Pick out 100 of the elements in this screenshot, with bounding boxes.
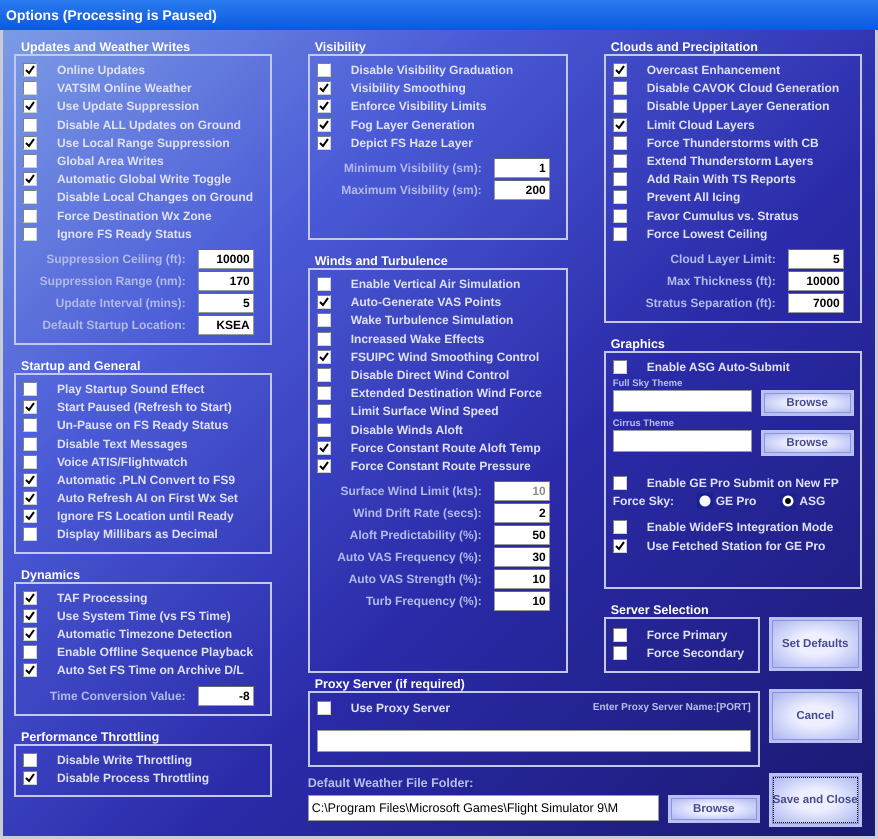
checkbox[interactable]: [23, 770, 37, 785]
checkbox-label[interactable]: Depict FS Haze Layer: [350, 136, 473, 150]
checkbox[interactable]: [23, 418, 37, 432]
checkbox-label[interactable]: Favor Cumulus vs. Stratus: [646, 208, 799, 223]
number-field[interactable]: 50: [494, 525, 550, 546]
checkbox-label[interactable]: Extend Thunderstorm Layers: [646, 154, 814, 168]
radio-button[interactable]: [696, 493, 713, 510]
checkbox[interactable]: [316, 332, 331, 346]
checkbox-label[interactable]: Enable Offline Sequence Playback: [57, 645, 254, 660]
checkbox[interactable]: [612, 208, 627, 223]
checkbox-label[interactable]: Display Millibars as Decimal: [57, 527, 218, 542]
checkbox-label[interactable]: Fog Layer Generation: [350, 118, 475, 132]
checkbox-label[interactable]: Disable Text Messages: [57, 436, 188, 451]
checkbox-label[interactable]: Increased Wake Effects: [350, 332, 484, 346]
checkbox[interactable]: [23, 663, 37, 678]
checkbox[interactable]: [23, 590, 37, 605]
number-field[interactable]: 10: [494, 591, 550, 612]
checkbox-label[interactable]: Un-Pause on FS Ready Status: [57, 418, 228, 432]
checkbox-label[interactable]: Force Primary: [646, 628, 728, 642]
checkbox[interactable]: [23, 627, 37, 642]
checkbox-label[interactable]: Enforce Visibility Limits: [350, 99, 487, 114]
number-field[interactable]: 10000: [198, 248, 254, 269]
checkbox[interactable]: [23, 472, 37, 487]
checkbox-label[interactable]: Enable ASG Auto-Submit: [646, 360, 790, 374]
checkbox-label[interactable]: Use Proxy Server: [350, 700, 450, 715]
checkbox[interactable]: [23, 81, 37, 96]
checkbox-label[interactable]: Disable Visibility Graduation: [350, 63, 514, 78]
number-field[interactable]: 30: [494, 547, 550, 568]
checkbox[interactable]: [23, 645, 37, 660]
checkbox[interactable]: [23, 172, 37, 186]
checkbox-label[interactable]: Auto Set FS Time on Archive D/L: [57, 663, 244, 678]
checkbox[interactable]: [23, 226, 37, 241]
checkbox[interactable]: [23, 509, 37, 524]
checkbox-label[interactable]: Automatic Timezone Detection: [57, 627, 232, 642]
checkbox[interactable]: [23, 382, 37, 396]
checkbox-label[interactable]: Force Constant Route Aloft Temp: [350, 440, 541, 455]
checkbox[interactable]: [316, 136, 331, 150]
checkbox[interactable]: [316, 440, 331, 455]
checkbox[interactable]: [612, 520, 627, 534]
checkbox-label[interactable]: Disable Winds Aloft: [350, 422, 463, 437]
number-field[interactable]: 1: [494, 158, 550, 178]
checkbox-label[interactable]: Use Fetched Station for GE Pro: [646, 538, 826, 553]
save-close-button[interactable]: Save and Close: [768, 772, 862, 827]
checkbox-label[interactable]: Ignore FS Location until Ready: [57, 509, 234, 524]
proxy-field[interactable]: [316, 730, 751, 752]
number-field[interactable]: 170: [198, 270, 254, 291]
checkbox[interactable]: [316, 313, 331, 328]
checkbox[interactable]: [23, 118, 37, 132]
radio-button[interactable]: [780, 493, 796, 510]
number-field[interactable]: 10: [494, 569, 550, 590]
set-defaults-button[interactable]: Set Defaults: [768, 616, 862, 671]
checkbox[interactable]: [612, 118, 627, 132]
checkbox[interactable]: [612, 99, 627, 114]
radio-label[interactable]: GE Pro: [716, 494, 756, 508]
checkbox[interactable]: [612, 63, 627, 78]
checkbox-label[interactable]: Force Thunderstorms with CB: [646, 136, 819, 150]
checkbox[interactable]: [316, 295, 331, 310]
number-field[interactable]: KSEA: [198, 314, 254, 335]
checkbox-label[interactable]: Disable Upper Layer Generation: [646, 99, 830, 114]
checkbox[interactable]: [316, 386, 331, 400]
browse-button[interactable]: Browse: [760, 430, 854, 456]
checkbox-label[interactable]: Auto Refresh AI on First Wx Set: [57, 491, 238, 506]
checkbox-label[interactable]: Add Rain With TS Reports: [646, 172, 796, 186]
checkbox[interactable]: [23, 99, 37, 114]
checkbox-label[interactable]: Wake Turbulence Simulation: [350, 313, 514, 328]
checkbox-label[interactable]: Disable Direct Wind Control: [350, 368, 510, 382]
checkbox[interactable]: [23, 527, 37, 542]
checkbox-label[interactable]: Enable GE Pro Submit on New FP: [646, 476, 839, 490]
checkbox[interactable]: [612, 538, 627, 553]
theme-field[interactable]: [612, 390, 752, 412]
checkbox[interactable]: [23, 400, 37, 414]
number-field[interactable]: -8: [198, 686, 254, 706]
checkbox-label[interactable]: Automatic .PLN Convert to FS9: [57, 472, 236, 487]
theme-field[interactable]: [612, 430, 752, 452]
cancel-button[interactable]: Cancel: [768, 688, 862, 743]
checkbox-label[interactable]: TAF Processing: [57, 590, 148, 605]
checkbox[interactable]: [23, 208, 37, 223]
checkbox-label[interactable]: FSUIPC Wind Smoothing Control: [350, 350, 540, 364]
checkbox-label[interactable]: Enable WideFS Integration Mode: [646, 520, 834, 534]
checkbox-label[interactable]: Force Constant Route Pressure: [350, 458, 531, 473]
checkbox-label[interactable]: Disable Local Changes on Ground: [57, 190, 254, 204]
checkbox-label[interactable]: Disable CAVOK Cloud Generation: [646, 81, 840, 96]
checkbox[interactable]: [316, 350, 331, 364]
checkbox[interactable]: [23, 454, 37, 469]
checkbox-label[interactable]: Play Startup Sound Effect: [57, 382, 204, 396]
checkbox[interactable]: [23, 63, 37, 78]
checkbox-label[interactable]: Automatic Global Write Toggle: [57, 172, 232, 186]
checkbox[interactable]: [316, 277, 331, 292]
checkbox[interactable]: [23, 190, 37, 204]
checkbox[interactable]: [316, 422, 331, 437]
checkbox[interactable]: [23, 154, 37, 168]
number-field[interactable]: 7000: [788, 292, 844, 313]
checkbox[interactable]: [23, 491, 37, 506]
radio-label[interactable]: ASG: [799, 494, 826, 508]
checkbox[interactable]: [612, 628, 627, 642]
checkbox-label[interactable]: Ignore FS Ready Status: [57, 226, 192, 241]
checkbox[interactable]: [23, 752, 37, 767]
number-field[interactable]: 5: [788, 248, 844, 269]
browse-button[interactable]: Browse: [760, 390, 854, 416]
checkbox-label[interactable]: Disable Write Throttling: [57, 752, 192, 767]
